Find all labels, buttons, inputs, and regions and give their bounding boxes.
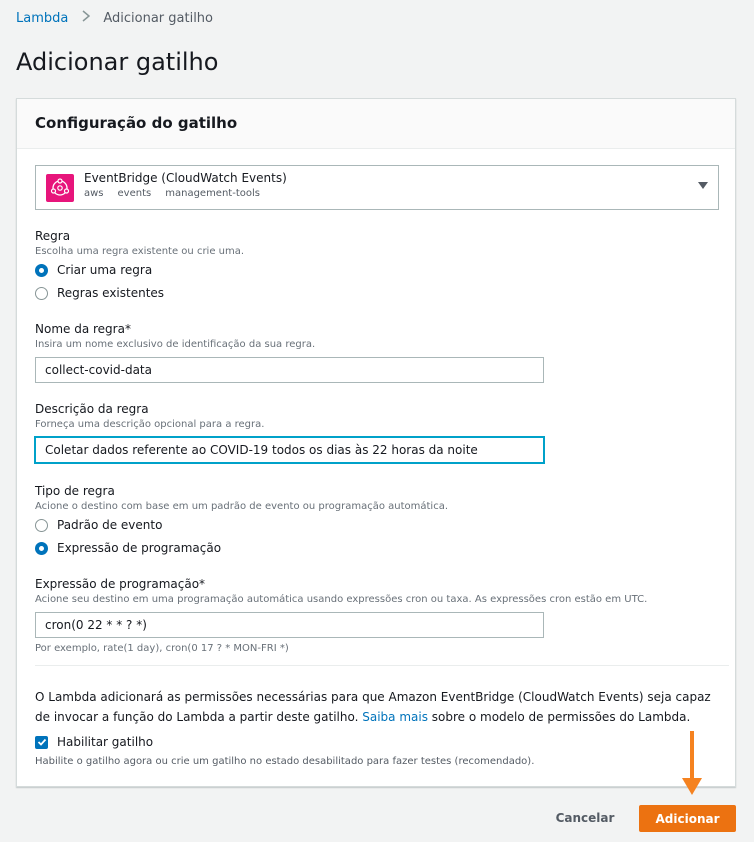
rule-description-hint: Forneça uma descrição opcional para a re…: [35, 419, 265, 430]
chevron-right-icon: [82, 10, 91, 26]
annotation-arrow-down-icon: [682, 778, 702, 795]
radio-button-checked[interactable]: [35, 263, 48, 277]
rule-description-input[interactable]: [35, 437, 544, 463]
radio-button[interactable]: [35, 286, 48, 300]
breadcrumb-lambda-link[interactable]: Lambda: [16, 11, 68, 26]
radio-schedule-expression[interactable]: Expressão de programação: [35, 541, 221, 555]
rule-name-input[interactable]: [35, 357, 544, 383]
radio-label: Padrão de evento: [57, 518, 163, 532]
breadcrumb: Lambda Adicionar gatilho: [16, 10, 213, 26]
radio-existing-rules[interactable]: Regras existentes: [35, 286, 164, 300]
rule-type-description: Acione o destino com base em um padrão d…: [35, 501, 449, 512]
divider: [35, 665, 729, 666]
rule-description-label: Descrição da regra: [35, 402, 149, 416]
enable-trigger-hint: Habilite o gatilho agora ou crie um gati…: [35, 756, 535, 767]
cancel-button[interactable]: Cancelar: [548, 807, 622, 829]
breadcrumb-current: Adicionar gatilho: [103, 10, 213, 26]
add-button[interactable]: Adicionar: [639, 805, 736, 832]
source-tag: aws: [84, 188, 104, 199]
enable-trigger-label: Habilitar gatilho: [57, 735, 154, 749]
radio-label: Expressão de programação: [57, 541, 222, 555]
permissions-info: O Lambda adicionará as permissões necess…: [35, 687, 715, 727]
schedule-expression-label: Expressão de programação*: [35, 577, 206, 591]
radio-event-pattern[interactable]: Padrão de evento: [35, 518, 162, 532]
page-title: Adicionar gatilho: [16, 48, 219, 76]
source-tag: events: [117, 188, 152, 199]
schedule-expression-description: Acione seu destino em uma programação au…: [35, 594, 648, 605]
radio-label: Regras existentes: [57, 286, 165, 300]
source-tag: management-tools: [165, 188, 260, 199]
radio-button-checked[interactable]: [35, 541, 48, 555]
radio-label: Criar uma regra: [57, 263, 153, 277]
caret-down-icon: [698, 182, 708, 189]
radio-create-rule[interactable]: Criar uma regra: [35, 263, 152, 277]
schedule-expression-example: Por exemplo, rate(1 day), cron(0 17 ? * …: [35, 643, 289, 654]
rule-description: Escolha uma regra existente ou crie uma.: [35, 246, 245, 257]
checkbox-checked-icon[interactable]: [35, 735, 48, 749]
trigger-source-name: EventBridge (CloudWatch Events): [84, 171, 287, 185]
eventbridge-icon: [46, 174, 74, 202]
enable-trigger-checkbox[interactable]: Habilitar gatilho: [35, 735, 153, 749]
annotation-arrow-shaft: [690, 731, 694, 781]
radio-button[interactable]: [35, 518, 48, 532]
rule-label: Regra: [35, 229, 71, 243]
rule-name-label: Nome da regra*: [35, 322, 131, 336]
trigger-source-select[interactable]: EventBridge (CloudWatch Events) aws even…: [35, 165, 719, 210]
schedule-expression-input[interactable]: [35, 612, 544, 638]
trigger-source-tags: aws events management-tools: [84, 188, 260, 199]
panel-header: Configuração do gatilho: [17, 99, 735, 149]
rule-name-description: Insira um nome exclusivo de identificaçã…: [35, 339, 316, 350]
permissions-text-after: sobre o modelo de permissões do Lambda.: [427, 710, 691, 724]
rule-type-label: Tipo de regra: [35, 484, 115, 498]
learn-more-link[interactable]: Saiba mais: [362, 710, 428, 724]
panel-title: Configuração do gatilho: [35, 114, 238, 132]
trigger-config-panel: Configuração do gatilho EventBridge (Clo…: [16, 98, 736, 787]
